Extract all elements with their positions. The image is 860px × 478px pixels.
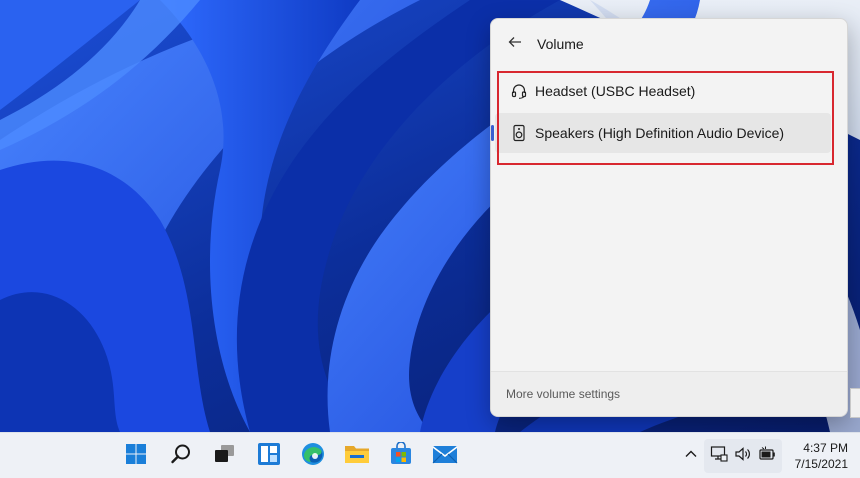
device-label-speakers: Speakers (High Definition Audio Device) [535, 125, 785, 141]
network-button[interactable] [709, 445, 729, 468]
edge-icon [301, 442, 325, 471]
arrow-left-icon [507, 34, 523, 55]
battery-button[interactable] [757, 446, 777, 466]
clock-time: 4:37 PM [803, 441, 848, 455]
task-view-button[interactable] [212, 443, 238, 469]
show-hidden-icons-button[interactable] [681, 446, 701, 466]
task-view-icon [213, 443, 237, 470]
start-button[interactable] [123, 443, 149, 469]
headset-icon [509, 81, 529, 101]
widgets-icon [257, 442, 281, 471]
folder-icon [344, 443, 370, 470]
search-icon [170, 443, 192, 470]
taskbar-clock[interactable]: 4:37 PM 7/15/2021 [786, 439, 848, 473]
battery-icon [758, 445, 776, 468]
edge-button[interactable] [300, 442, 326, 471]
taskbar: 4:37 PM 7/15/2021 [0, 432, 860, 478]
widgets-button[interactable] [256, 442, 282, 471]
network-icon [710, 445, 728, 468]
more-volume-settings-link[interactable]: More volume settings [506, 387, 620, 401]
chevron-up-icon [684, 447, 698, 466]
device-item-speakers[interactable]: Speakers (High Definition Audio Device) [491, 113, 831, 153]
flyout-header: Volume [491, 19, 847, 69]
flyout-footer: More volume settings [491, 371, 847, 416]
store-button[interactable] [388, 440, 414, 471]
mail-icon [432, 443, 458, 470]
search-button[interactable] [168, 443, 194, 469]
store-icon [389, 440, 413, 471]
speaker-icon [509, 123, 529, 143]
mail-button[interactable] [432, 443, 458, 469]
device-item-headset[interactable]: Headset (USBC Headset) [495, 71, 831, 111]
device-label-headset: Headset (USBC Headset) [535, 83, 696, 99]
volume-button[interactable] [733, 446, 753, 466]
volume-icon [734, 445, 752, 468]
clock-date: 7/15/2021 [794, 457, 848, 471]
file-explorer-button[interactable] [344, 443, 370, 469]
back-button[interactable] [503, 32, 527, 56]
flyout-title: Volume [537, 36, 584, 52]
volume-flyout: Volume Headset (USBC Headset) Speakers (… [490, 18, 848, 417]
device-list: Headset (USBC Headset) Speakers (High De… [491, 69, 847, 155]
flyout-edge-handle [850, 388, 860, 418]
windows-logo-icon [125, 443, 147, 470]
